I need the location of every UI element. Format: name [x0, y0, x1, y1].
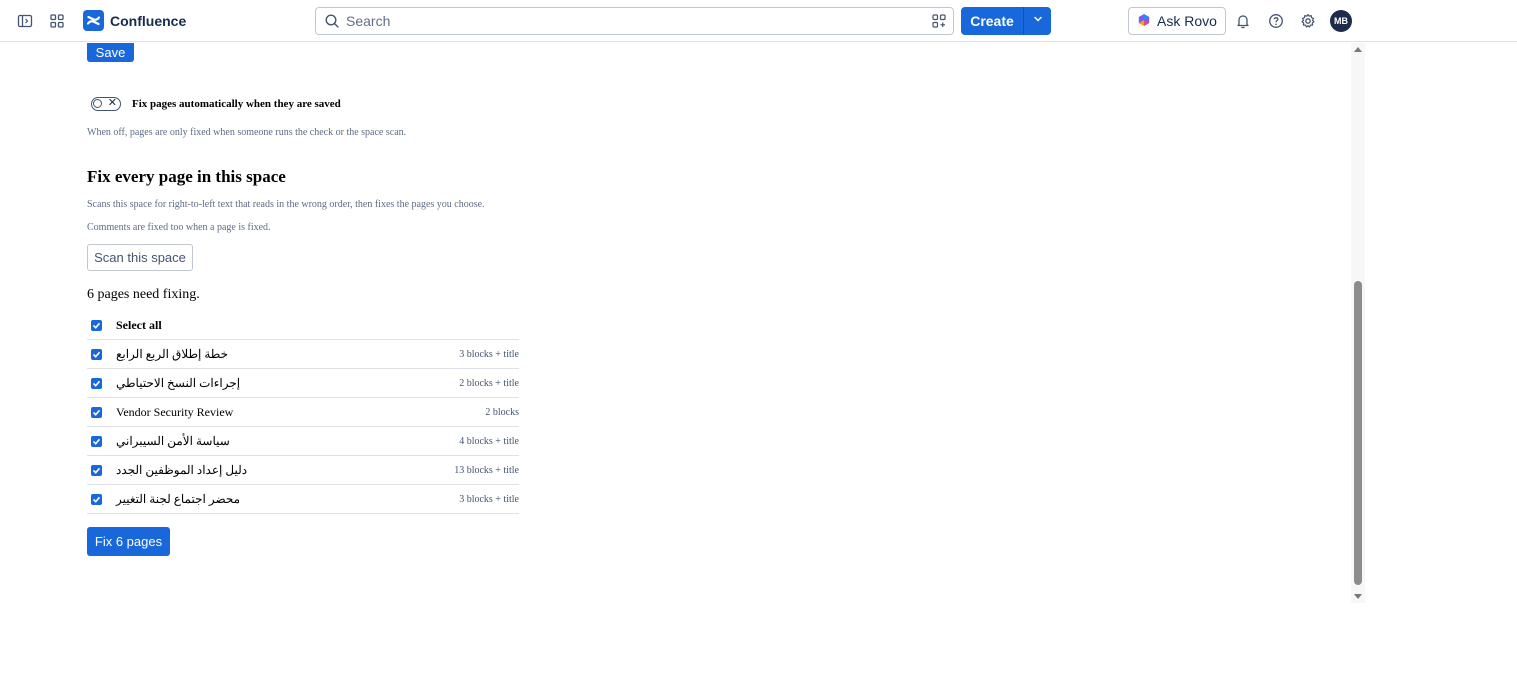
page-block-count: 3 blocks + title — [459, 493, 519, 505]
section-note: Comments are fixed too when a page is fi… — [87, 222, 271, 233]
select-all-checkbox[interactable] — [91, 319, 102, 331]
help-icon[interactable] — [1263, 8, 1289, 34]
search-box[interactable] — [315, 7, 954, 35]
settings-gear-icon[interactable] — [1295, 8, 1321, 34]
search-icon — [324, 13, 340, 34]
page-title: إجراءات النسخ الاحتياطي — [116, 375, 241, 390]
page-list: Select all خطة إطلاق الربع الرابع 3 bloc… — [87, 311, 519, 514]
auto-fix-toggle[interactable]: ✕ — [91, 96, 121, 111]
scrollbar-thumb[interactable] — [1354, 281, 1362, 585]
list-item: خطة إطلاق الربع الرابع 3 blocks + title — [87, 340, 519, 369]
auto-fix-help-text: When off, pages are only fixed when some… — [87, 127, 407, 138]
page-checkbox[interactable] — [91, 406, 102, 418]
rovo-icon — [1137, 13, 1151, 30]
page-checkbox[interactable] — [91, 464, 102, 476]
search-filter-icon[interactable] — [931, 13, 947, 34]
ask-rovo-label: Ask Rovo — [1157, 13, 1217, 29]
result-count-text: 6 pages need fixing. — [87, 287, 200, 302]
scan-space-button[interactable]: Scan this space — [87, 244, 193, 271]
page-block-count: 2 blocks — [485, 406, 519, 418]
page-block-count: 13 blocks + title — [454, 464, 519, 476]
page-checkbox[interactable] — [91, 493, 102, 505]
search-input[interactable] — [346, 11, 906, 31]
sidebar-toggle-icon[interactable] — [12, 8, 38, 34]
ask-rovo-button[interactable]: Ask Rovo — [1128, 7, 1226, 35]
app-name: Confluence — [110, 12, 187, 29]
page-checkbox[interactable] — [91, 377, 102, 389]
toggle-knob — [93, 99, 102, 108]
save-button[interactable]: Save — [87, 43, 134, 62]
confluence-logo-icon — [83, 10, 104, 31]
page-title: سياسة الأمن السيبراني — [116, 433, 230, 448]
scroll-down-arrow-icon[interactable] — [1354, 594, 1362, 599]
page-checkbox[interactable] — [91, 435, 102, 447]
app-switcher-icon[interactable] — [44, 8, 70, 34]
avatar[interactable]: MB — [1330, 10, 1352, 32]
confluence-logo[interactable]: Confluence — [83, 10, 186, 31]
page-title: محضر اجتماع لجنة التغيير — [116, 491, 241, 506]
page-block-count: 2 blocks + title — [459, 377, 519, 389]
select-all-row: Select all — [87, 311, 519, 340]
list-item: سياسة الأمن السيبراني 4 blocks + title — [87, 427, 519, 456]
select-all-label: Select all — [116, 317, 162, 332]
create-button[interactable]: Create — [961, 7, 1023, 35]
auto-fix-toggle-label: Fix pages automatically when they are sa… — [132, 98, 341, 110]
page-checkbox[interactable] — [91, 348, 102, 360]
page-title: Vendor Security Review — [116, 404, 234, 419]
list-item: إجراءات النسخ الاحتياطي 2 blocks + title — [87, 369, 519, 398]
list-item: Vendor Security Review 2 blocks — [87, 398, 519, 427]
scroll-up-arrow-icon[interactable] — [1354, 47, 1362, 52]
main-content: Save ✕ Fix pages automatically when they… — [0, 43, 1350, 603]
notifications-icon[interactable] — [1230, 8, 1256, 34]
page-block-count: 4 blocks + title — [459, 435, 519, 447]
top-navigation: Confluence Create Ask Rovo MB — [0, 0, 1517, 42]
page-title: خطة إطلاق الربع الرابع — [116, 346, 229, 361]
close-icon: ✕ — [107, 96, 117, 109]
create-dropdown-button[interactable] — [1023, 7, 1051, 35]
section-description: Scans this space for right-to-left text … — [87, 199, 485, 210]
page-title: دليل إعداد الموظفين الجدد — [116, 462, 248, 477]
chevron-down-icon — [1032, 12, 1044, 30]
list-item: محضر اجتماع لجنة التغيير 3 blocks + titl… — [87, 485, 519, 514]
page-block-count: 3 blocks + title — [459, 348, 519, 360]
scrollbar[interactable] — [1351, 43, 1365, 603]
fix-pages-button[interactable]: Fix 6 pages — [87, 527, 170, 556]
section-title: Fix every page in this space — [87, 167, 286, 186]
list-item: دليل إعداد الموظفين الجدد 13 blocks + ti… — [87, 456, 519, 485]
